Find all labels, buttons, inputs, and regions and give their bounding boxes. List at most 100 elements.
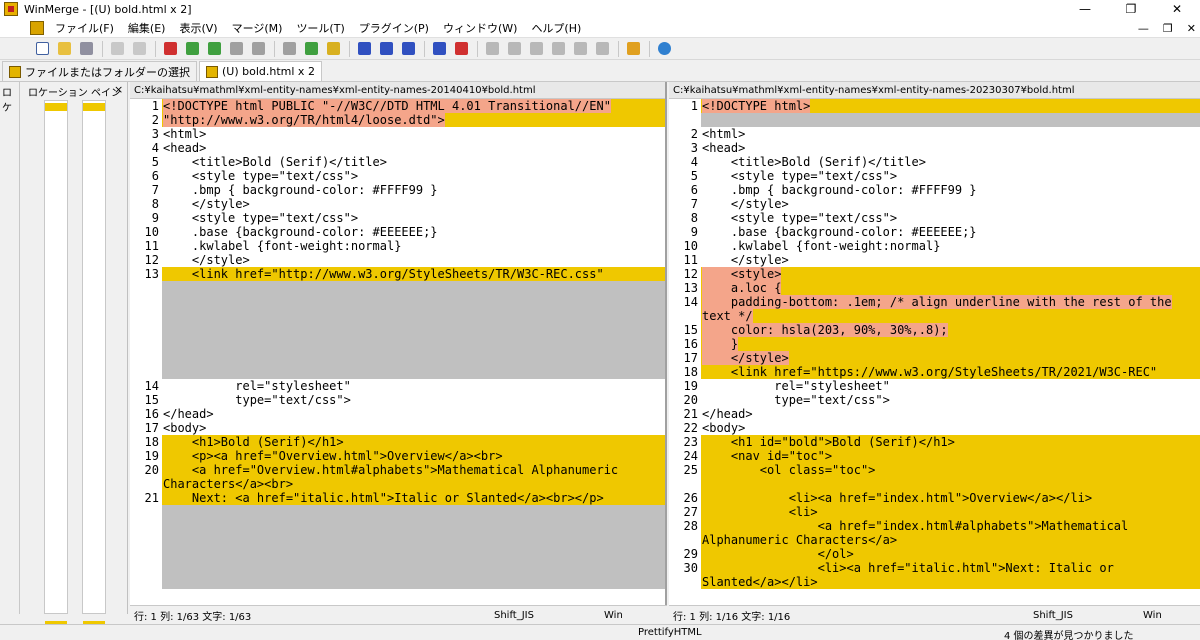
code-line[interactable]	[130, 575, 665, 589]
code-line[interactable]: 27 <li>	[669, 505, 1200, 519]
code-line[interactable]: 4 <head>	[130, 141, 665, 155]
copy-right-left-button[interactable]	[451, 40, 471, 58]
code-line[interactable]	[130, 533, 665, 547]
code-line[interactable]: 8 </style>	[130, 197, 665, 211]
refresh-button[interactable]	[654, 40, 674, 58]
code-line[interactable]: 9 <style type="text/css">	[130, 211, 665, 225]
code-line[interactable]	[669, 113, 1200, 127]
code-line[interactable]: 15 type="text/css">	[130, 393, 665, 407]
copy-right-advance-button[interactable]	[354, 40, 374, 58]
code-line[interactable]: 24 <nav id="toc">	[669, 449, 1200, 463]
code-line[interactable]: Characters</a><br>	[130, 477, 665, 491]
code-line[interactable]: 18 <link href="https://www.w3.org/StyleS…	[669, 365, 1200, 379]
code-line[interactable]: 1 <!DOCTYPE html PUBLIC "-//W3C//DTD HTML…	[130, 99, 665, 113]
last-diff-button[interactable]	[248, 40, 268, 58]
new-button[interactable]	[32, 40, 52, 58]
left-code-lines[interactable]: 1 <!DOCTYPE html PUBLIC "-//W3C//DTD HTML…	[130, 99, 665, 589]
code-line[interactable]	[130, 295, 665, 309]
undo-button[interactable]	[107, 40, 127, 58]
code-line[interactable]: 18 <h1>Bold (Serif)</h1>	[130, 435, 665, 449]
code-line[interactable]	[130, 519, 665, 533]
code-line[interactable]: 28 <a href="index.html#alphabets">Mathem…	[669, 519, 1200, 533]
menu-plugins[interactable]: プラグイン(P)	[352, 20, 436, 36]
code-line[interactable]: 16 }	[669, 337, 1200, 351]
code-line[interactable]: 14 rel="stylesheet"	[130, 379, 665, 393]
right-code-lines[interactable]: 1 <!DOCTYPE html> 2 <html> 3 <head> 4 <title>B…	[669, 99, 1200, 589]
code-line[interactable]: 25 <ol class="toc">	[669, 463, 1200, 477]
menu-merge[interactable]: マージ(M)	[225, 20, 290, 36]
menu-edit[interactable]: 編集(E)	[121, 20, 173, 36]
menu-file[interactable]: ファイル(F)	[48, 20, 121, 36]
code-line[interactable]: 7 </style>	[669, 197, 1200, 211]
code-line[interactable]: 14 padding-bottom: .1em; /* align underl…	[669, 295, 1200, 309]
tab-open-dialog[interactable]: ファイルまたはフォルダーの選択	[2, 61, 197, 81]
copy-left-right-button[interactable]	[429, 40, 449, 58]
left-eol-style[interactable]: Win	[604, 610, 644, 621]
code-line[interactable]	[130, 323, 665, 337]
code-line[interactable]: 9 .base {background-color: #EEEEEE;}	[669, 225, 1200, 239]
menu-help[interactable]: ヘルプ(H)	[524, 20, 588, 36]
code-line[interactable]: 21 </head>	[669, 407, 1200, 421]
mdi-minimize-button[interactable]: —	[1138, 22, 1149, 35]
code-line[interactable]: 7 .bmp { background-color: #FFFF99 }	[130, 183, 665, 197]
all-right-button[interactable]	[398, 40, 418, 58]
open-button[interactable]	[54, 40, 74, 58]
code-line[interactable]	[130, 281, 665, 295]
copy-left-advance-button[interactable]	[376, 40, 396, 58]
code-line[interactable]: 2 "http://www.w3.org/TR/html4/loose.dtd">	[130, 113, 665, 127]
code-line[interactable]: 16 </head>	[130, 407, 665, 421]
code-line[interactable]: 4 <title>Bold (Serif)</title>	[669, 155, 1200, 169]
code-line[interactable]: 29 </ol>	[669, 547, 1200, 561]
copy-right-button[interactable]	[301, 40, 321, 58]
code-line[interactable]: 12 <style>	[669, 267, 1200, 281]
right-encoding[interactable]: Shift_JIS	[1033, 610, 1143, 621]
code-line[interactable]: 19 <p><a href="Overview.html">Overview</…	[130, 449, 665, 463]
code-line[interactable]: Alphanumeric Characters</a>	[669, 533, 1200, 547]
code-line[interactable]: 30 <li><a href="italic.html">Next: Itali…	[669, 561, 1200, 575]
code-line[interactable]: 8 <style type="text/css">	[669, 211, 1200, 225]
code-line[interactable]: 11 .kwlabel {font-weight:normal}	[130, 239, 665, 253]
mdi-restore-button[interactable]: ❐	[1163, 22, 1173, 35]
nav-button-5[interactable]	[570, 40, 590, 58]
code-line[interactable]	[130, 547, 665, 561]
left-editor-pane[interactable]: C:¥kaihatsu¥mathml¥xml-entity-names¥xml-…	[130, 82, 667, 605]
code-line[interactable]: 13 <link href="http://www.w3.org/StyleSh…	[130, 267, 665, 281]
nav-button-4[interactable]	[548, 40, 568, 58]
options-button[interactable]	[623, 40, 643, 58]
first-diff-button[interactable]	[226, 40, 246, 58]
plugin-status[interactable]: PrettifyHTML	[638, 627, 702, 638]
location-side-tab[interactable]: ロケ	[0, 82, 20, 614]
current-diff-button[interactable]	[160, 40, 180, 58]
location-bar-right[interactable]	[82, 100, 106, 625]
code-line[interactable]	[130, 505, 665, 519]
code-line[interactable]: 11 </style>	[669, 253, 1200, 267]
prev-conflict-button[interactable]	[279, 40, 299, 58]
redo-button[interactable]	[129, 40, 149, 58]
code-line[interactable]: 15 color: hsla(203, 90%, 30%,.8);	[669, 323, 1200, 337]
code-line[interactable]: 2 <html>	[669, 127, 1200, 141]
code-line[interactable]: 17 </style>	[669, 351, 1200, 365]
code-line[interactable]	[130, 561, 665, 575]
code-line[interactable]	[130, 337, 665, 351]
code-line[interactable]: 20 type="text/css">	[669, 393, 1200, 407]
code-line[interactable]: 22 <body>	[669, 421, 1200, 435]
menu-tools[interactable]: ツール(T)	[289, 20, 351, 36]
nav-button-3[interactable]	[526, 40, 546, 58]
code-line[interactable]: text */	[669, 309, 1200, 323]
left-encoding[interactable]: Shift_JIS	[494, 610, 604, 621]
code-line[interactable]	[669, 477, 1200, 491]
copy-left-button[interactable]	[323, 40, 343, 58]
code-line[interactable]: 6 .bmp { background-color: #FFFF99 }	[669, 183, 1200, 197]
nav-button-2[interactable]	[504, 40, 524, 58]
menu-view[interactable]: 表示(V)	[172, 20, 224, 36]
code-line[interactable]: 10 .kwlabel {font-weight:normal}	[669, 239, 1200, 253]
right-eol-style[interactable]: Win	[1143, 610, 1183, 621]
code-line[interactable]: 1 <!DOCTYPE html>	[669, 99, 1200, 113]
code-line[interactable]: 26 <li><a href="index.html">Overview</a>…	[669, 491, 1200, 505]
location-pane-close-button[interactable]: ×	[114, 83, 123, 96]
next-diff-button[interactable]	[182, 40, 202, 58]
code-line[interactable]: Slanted</a></li>	[669, 575, 1200, 589]
code-line[interactable]: 3 <html>	[130, 127, 665, 141]
code-line[interactable]	[130, 365, 665, 379]
code-line[interactable]: 6 <style type="text/css">	[130, 169, 665, 183]
